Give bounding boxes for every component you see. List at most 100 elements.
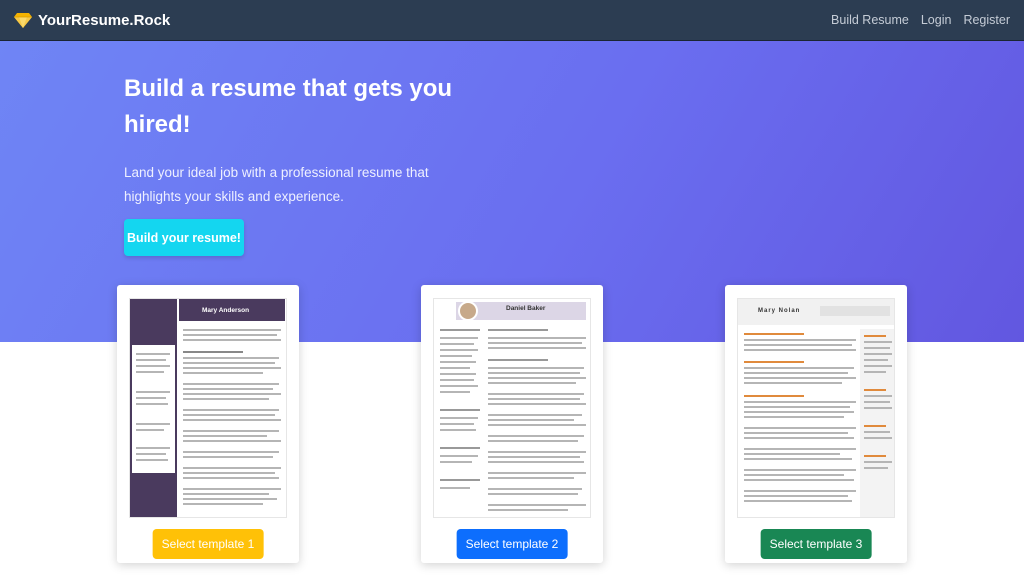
text-line bbox=[744, 349, 856, 351]
text-line bbox=[183, 383, 279, 385]
text-line bbox=[744, 372, 848, 374]
text-line bbox=[136, 391, 170, 393]
text-line bbox=[183, 440, 281, 442]
text-line bbox=[744, 339, 856, 341]
text-line bbox=[440, 487, 470, 489]
hero-subtitle: Land your ideal job with a professional … bbox=[124, 165, 429, 204]
text-line bbox=[744, 448, 856, 450]
text-line bbox=[744, 401, 856, 403]
text-line bbox=[183, 435, 267, 437]
text-line bbox=[744, 382, 842, 384]
avatar bbox=[458, 301, 478, 321]
text-line bbox=[744, 479, 854, 481]
template-card-2: Daniel Baker Select template 2 bbox=[421, 285, 603, 563]
text-line bbox=[183, 503, 263, 505]
gem-icon bbox=[14, 13, 32, 28]
text-line bbox=[440, 409, 480, 411]
brand-link[interactable]: YourResume.Rock bbox=[14, 12, 170, 29]
text-line bbox=[183, 372, 263, 374]
text-line bbox=[744, 377, 856, 379]
nav-links: Build Resume Login Register bbox=[831, 13, 1010, 27]
text-line bbox=[488, 372, 580, 374]
text-line bbox=[488, 419, 574, 421]
text-line bbox=[744, 495, 848, 497]
text-line bbox=[744, 367, 854, 369]
text-line bbox=[864, 365, 892, 367]
text-line bbox=[183, 351, 243, 353]
text-line bbox=[440, 367, 470, 369]
text-line bbox=[440, 373, 476, 375]
select-template-3-button[interactable]: Select template 3 bbox=[760, 529, 872, 559]
template-3-name: Mary Nolan bbox=[758, 308, 801, 314]
template-2-name: Daniel Baker bbox=[506, 305, 546, 312]
template-card-3: Mary Nolan Select template 3 bbox=[725, 285, 907, 563]
text-line bbox=[440, 343, 474, 345]
text-line bbox=[744, 458, 852, 460]
text-line bbox=[488, 347, 586, 349]
template-3-title-box bbox=[820, 306, 890, 316]
text-line bbox=[183, 488, 281, 490]
text-line bbox=[864, 437, 892, 439]
text-line bbox=[440, 479, 480, 481]
template-preview-1[interactable]: Mary Anderson bbox=[129, 298, 287, 518]
text-line bbox=[488, 440, 578, 442]
text-line bbox=[864, 467, 888, 469]
text-line bbox=[440, 349, 478, 351]
select-template-1-button[interactable]: Select template 1 bbox=[152, 529, 264, 559]
text-line bbox=[864, 389, 886, 391]
text-line bbox=[744, 469, 856, 471]
template-preview-2[interactable]: Daniel Baker bbox=[433, 298, 591, 518]
text-line bbox=[488, 377, 586, 379]
text-line bbox=[744, 427, 856, 429]
text-line bbox=[488, 414, 582, 416]
text-line bbox=[488, 403, 586, 405]
text-line bbox=[183, 414, 275, 416]
text-line bbox=[183, 329, 281, 331]
text-line bbox=[440, 379, 474, 381]
text-line bbox=[136, 429, 164, 431]
text-line bbox=[183, 393, 281, 395]
text-line bbox=[744, 453, 840, 455]
text-line bbox=[136, 353, 170, 355]
text-line bbox=[744, 333, 804, 335]
text-line bbox=[864, 347, 890, 349]
text-line bbox=[440, 391, 470, 393]
text-line bbox=[183, 357, 279, 359]
text-line bbox=[744, 416, 844, 418]
text-line bbox=[488, 461, 584, 463]
build-resume-button[interactable]: Build your resume! bbox=[124, 219, 244, 256]
text-line bbox=[864, 425, 886, 427]
text-line bbox=[864, 407, 892, 409]
text-line bbox=[744, 490, 856, 492]
text-line bbox=[488, 367, 584, 369]
hero-title: Build a resume that gets you hired! bbox=[124, 75, 453, 138]
text-line bbox=[183, 493, 269, 495]
nav-login[interactable]: Login bbox=[921, 13, 952, 27]
text-line bbox=[183, 456, 273, 458]
text-line bbox=[183, 334, 277, 336]
text-line bbox=[744, 432, 848, 434]
text-line bbox=[488, 329, 548, 331]
text-line bbox=[183, 467, 281, 469]
text-line bbox=[864, 401, 890, 403]
template-3-sidebar bbox=[860, 329, 894, 517]
text-line bbox=[440, 361, 476, 363]
text-line bbox=[440, 417, 478, 419]
text-line bbox=[488, 509, 568, 511]
text-line bbox=[183, 430, 279, 432]
text-line bbox=[864, 335, 886, 337]
text-line bbox=[744, 406, 850, 408]
nav-register[interactable]: Register bbox=[963, 13, 1010, 27]
nav-build-resume[interactable]: Build Resume bbox=[831, 13, 909, 27]
text-line bbox=[488, 382, 576, 384]
text-line bbox=[440, 423, 474, 425]
template-preview-3[interactable]: Mary Nolan bbox=[737, 298, 895, 518]
text-line bbox=[136, 359, 166, 361]
select-template-2-button[interactable]: Select template 2 bbox=[456, 529, 568, 559]
text-line bbox=[744, 474, 844, 476]
text-line bbox=[488, 342, 582, 344]
template-1-name: Mary Anderson bbox=[202, 307, 250, 314]
text-line bbox=[183, 477, 279, 479]
text-line bbox=[744, 344, 852, 346]
text-line bbox=[864, 371, 886, 373]
